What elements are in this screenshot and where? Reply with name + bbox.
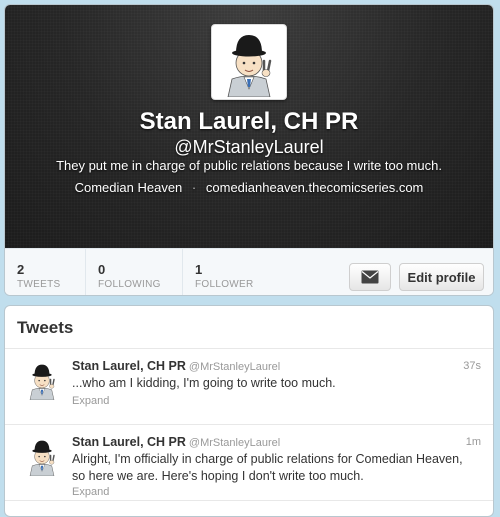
followers-label: FOLLOWER (195, 279, 254, 290)
tweet-author: Stan Laurel, CH PR @MrStanleyLaurel (72, 435, 280, 449)
profile-header: Stan Laurel, CH PR @MrStanleyLaurel They… (5, 5, 493, 248)
tweet-text: Alright, I'm officially in charge of pub… (72, 452, 463, 483)
stat-tweets[interactable]: 2 TWEETS (5, 249, 86, 295)
direct-message-button[interactable] (349, 263, 391, 291)
tweet-author-name[interactable]: Stan Laurel, CH PR (72, 359, 186, 373)
tweet-timestamp[interactable]: 37s (463, 360, 481, 372)
tweet-text: ...who am I kidding, I'm going to write … (72, 376, 336, 390)
followers-count: 1 (195, 262, 203, 277)
tweet-author-name[interactable]: Stan Laurel, CH PR (72, 435, 186, 449)
tweets-card: Tweets Stan Laurel, CH PR @MrStanleyLaure… (4, 305, 494, 517)
profile-name: Stan Laurel, CH PR (139, 108, 359, 135)
profile-handle: @MrStanleyLaurel (174, 137, 324, 157)
tweet-author-handle[interactable]: @MrStanleyLaurel (189, 437, 280, 449)
profile-url-link[interactable]: comedianheaven.thecomicseries.com (206, 180, 424, 195)
following-count: 0 (98, 262, 106, 277)
cartoon-avatar-icon (22, 360, 62, 400)
tweet-avatar[interactable] (22, 360, 62, 400)
tweets-label: TWEETS (17, 279, 61, 290)
meta-separator: · (191, 180, 197, 195)
profile-meta: Comedian Heaven · comedianheaven.thecomi… (5, 180, 493, 195)
profile-bio: They put me in charge of public relation… (56, 158, 442, 173)
stat-following[interactable]: 0 FOLLOWING (86, 249, 183, 295)
tweet-item[interactable]: Stan Laurel, CH PR @MrStanleyLaurel 37s .… (5, 348, 493, 425)
tweet-timestamp[interactable]: 1m (466, 436, 481, 448)
following-label: FOLLOWING (98, 279, 161, 290)
tweets-title: Tweets (17, 318, 74, 337)
tweet-author: Stan Laurel, CH PR @MrStanleyLaurel (72, 359, 280, 373)
tweet-expand-link[interactable]: Expand (72, 395, 109, 407)
envelope-icon (361, 270, 379, 284)
stat-followers[interactable]: 1 FOLLOWER (183, 249, 283, 295)
tweets-header: Tweets (5, 306, 493, 349)
stats-bar: 2 TWEETS 0 FOLLOWING 1 FOLLOWER Edit pro… (5, 248, 493, 295)
profile-location: Comedian Heaven (74, 180, 183, 195)
profile-avatar[interactable] (211, 24, 287, 100)
cartoon-avatar-icon (22, 436, 62, 476)
tweet-expand-link[interactable]: Expand (72, 486, 109, 498)
edit-profile-button[interactable]: Edit profile (399, 263, 484, 291)
tweets-count: 2 (17, 262, 25, 277)
tweet-item[interactable]: Stan Laurel, CH PR @MrStanleyLaurel 1m Al… (5, 424, 493, 501)
profile-card: Stan Laurel, CH PR @MrStanleyLaurel They… (4, 4, 494, 296)
cartoon-avatar-icon (214, 27, 284, 97)
tweet-author-handle[interactable]: @MrStanleyLaurel (189, 361, 280, 373)
tweet-avatar[interactable] (22, 436, 62, 476)
